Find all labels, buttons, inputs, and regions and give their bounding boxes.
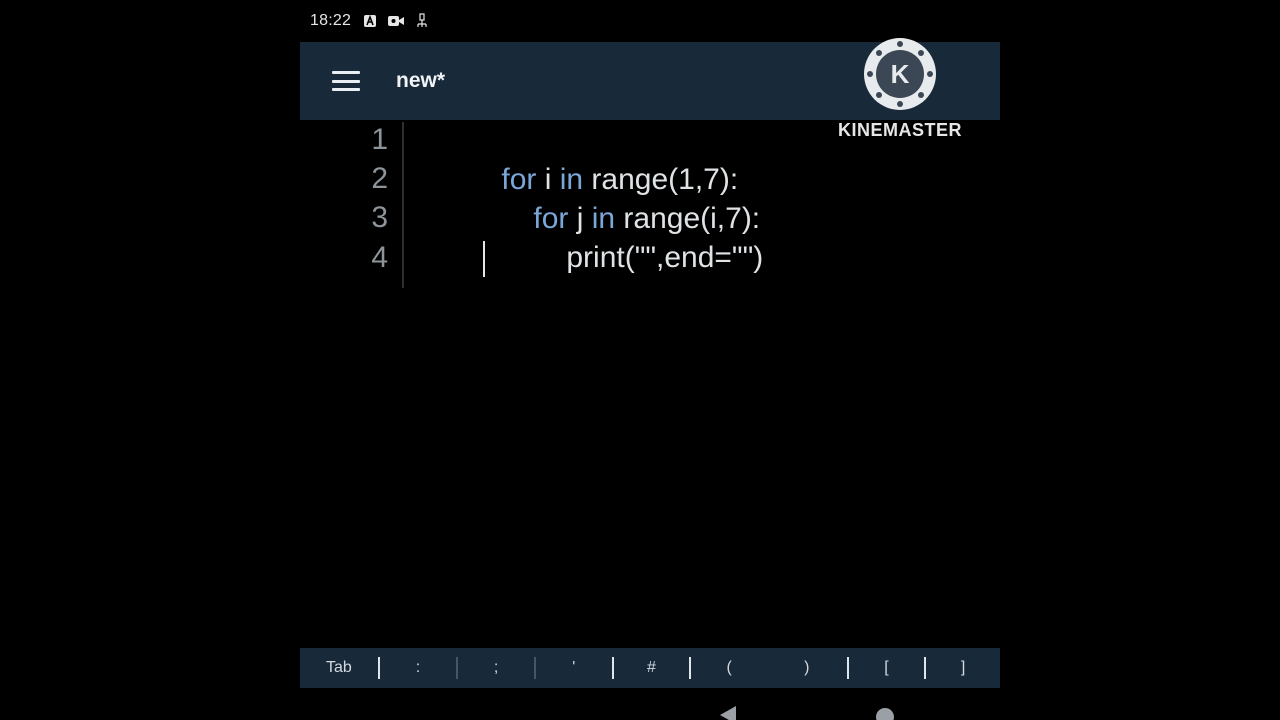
key-semicolon[interactable]: ; (458, 648, 534, 688)
line-number: 1 (371, 123, 388, 156)
symbol-shortcut-bar: Tab : ; ' # ( ) [ ] (300, 648, 1000, 688)
code-line-2[interactable]: 2 for j in range(i,7): (300, 159, 1000, 235)
nav-back-icon[interactable] (720, 706, 736, 720)
text-cursor (483, 241, 485, 277)
line-number: 3 (371, 201, 388, 234)
key-hash[interactable]: # (614, 648, 690, 688)
key-close-bracket[interactable]: ] (926, 648, 1000, 688)
screen: 18:22 new* 1 for i in range(1,7): 2 for … (0, 0, 1280, 720)
hamburger-menu-icon[interactable] (332, 71, 360, 91)
video-camera-icon (388, 16, 405, 26)
nav-home-icon[interactable] (876, 708, 894, 720)
key-open-bracket[interactable]: [ (849, 648, 925, 688)
file-title: new* (396, 69, 446, 92)
kinemaster-logo-svg: K (866, 40, 934, 108)
kinemaster-logo-icon: K (864, 38, 936, 110)
status-icons (363, 13, 429, 29)
key-open-paren[interactable]: ( (691, 648, 767, 688)
key-tab[interactable]: Tab (300, 648, 378, 688)
key-apostrophe[interactable]: ' (536, 648, 612, 688)
kinemaster-text: KINEMASTER (837, 120, 962, 140)
status-time: 18:22 (310, 12, 352, 29)
line-number: 4 (371, 241, 388, 274)
key-close-paren[interactable]: ) (767, 648, 847, 688)
status-bar: 18:22 (300, 0, 1000, 42)
code-line-4[interactable]: 4 (300, 238, 1000, 278)
usb-debug-icon (417, 13, 427, 27)
key-colon[interactable]: : (380, 648, 457, 688)
line-number: 2 (371, 162, 388, 195)
kinemaster-watermark: K KINEMASTER (836, 38, 964, 141)
code-editor[interactable]: 1 for i in range(1,7): 2 for j in range(… (300, 120, 1000, 648)
notification-a-icon (364, 14, 377, 27)
code-line-3[interactable]: 3 print("",end="") (300, 198, 1000, 274)
svg-text:K: K (891, 59, 910, 89)
